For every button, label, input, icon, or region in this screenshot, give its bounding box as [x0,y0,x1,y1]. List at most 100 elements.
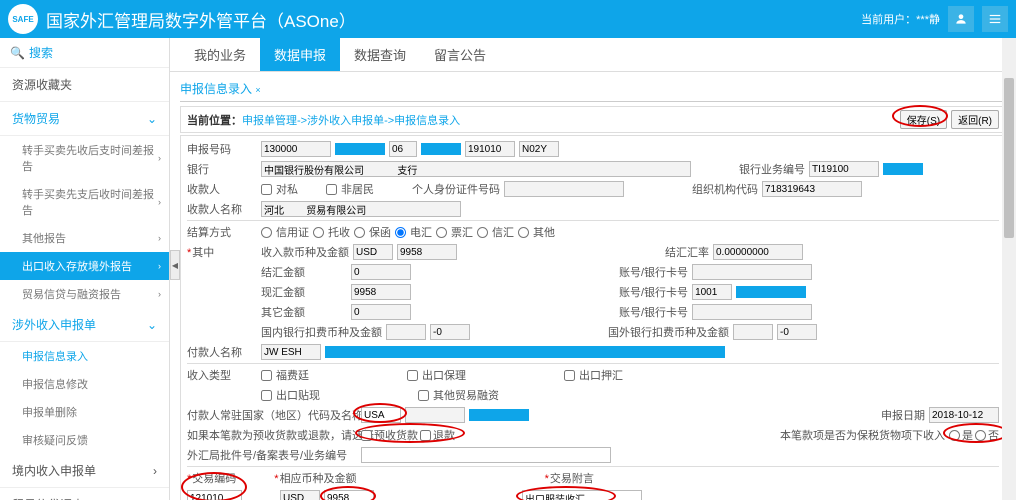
report-no-1[interactable] [261,141,331,157]
report-no-3[interactable] [465,141,515,157]
save-button[interactable]: 保存(S) [900,110,947,129]
chevron-down-icon: ⌄ [147,112,157,126]
settle-collect[interactable] [313,227,324,238]
corr-ccy-label: 相应币种及金额 [274,470,356,486]
payer-name-field[interactable] [261,344,321,360]
org-code-field[interactable] [762,181,862,197]
acct2-label: 账号/银行卡号 [619,284,688,300]
it-bill[interactable] [564,370,575,381]
batch-label: 外汇局批件号/备案表号/业务编号 [187,447,357,463]
search-label: 搜索 [29,44,53,61]
bank-biz-field[interactable] [809,161,879,177]
payer-country-label: 付款人常驻国家（地区）代码及名称 [187,407,357,423]
ccy-field[interactable] [353,244,393,260]
rate-label: 结汇汇率 [665,244,709,260]
cash-amt-field[interactable] [351,284,411,300]
current-user: 当前用户：***静 [861,11,940,27]
sidebar-item-modify[interactable]: 申报信息修改 [0,370,169,398]
sidebar-group-tradecredit[interactable]: 贸易信贷调查› [0,488,169,500]
menu-icon[interactable] [982,6,1008,32]
amount-field[interactable] [397,244,457,260]
it-factoring[interactable] [407,370,418,381]
vertical-scrollbar[interactable] [1002,38,1016,500]
domfee-ccy[interactable] [386,324,426,340]
sidebar-item-export-income[interactable]: 出口收入存放境外报告› [0,252,169,280]
report-date-label: 申报日期 [881,407,925,423]
payee-private-chk[interactable] [261,184,272,195]
sidebar-item-delete[interactable]: 申报单删除 [0,398,169,426]
other-amt-field[interactable] [351,304,411,320]
settle-amt-label: 结汇金额 [261,264,305,280]
settle-amt-field[interactable] [351,264,411,280]
forfee-ccy[interactable] [733,324,773,340]
refund-chk[interactable] [420,430,431,441]
settle-mt[interactable] [477,227,488,238]
sidebar-group-favorites[interactable]: 资源收藏夹 [0,68,169,102]
payer-country-code[interactable] [361,407,401,423]
tx-append-field[interactable] [522,490,642,500]
corr-amt-field[interactable] [324,490,374,500]
bank-biz-label: 银行业务编号 [739,161,805,177]
payee-name-label: 收款人名称 [187,201,257,217]
acct2-field[interactable] [692,284,732,300]
payee-name-field[interactable] [261,201,461,217]
sidebar-item-entry[interactable]: 申报信息录入 [0,342,169,370]
payer-country-name[interactable] [405,407,465,423]
sidebar-item-report2[interactable]: 转手买卖先支后收时间差报告› [0,180,169,224]
search-box[interactable]: 🔍 搜索 [0,38,169,68]
corr-ccy-field[interactable] [280,490,320,500]
form-area: 申报号码 银行 银行业务编号 收款人 对私 [180,135,1006,500]
it-discount[interactable] [261,390,272,401]
sidebar-group-income[interactable]: 涉外收入申报单⌄ [0,308,169,342]
bank-label: 银行 [187,161,257,177]
batch-field[interactable] [361,447,611,463]
sidebar-item-feedback[interactable]: 审核疑问反馈 [0,426,169,454]
report-no-label: 申报号码 [187,141,257,157]
bonded-yes[interactable] [949,430,960,441]
it-other[interactable] [418,390,429,401]
id-field[interactable] [504,181,624,197]
section-title: 申报信息录入 × [180,76,1006,102]
settle-dd[interactable] [436,227,447,238]
tabs: 我的业务 数据申报 数据查询 留言公告 [170,38,1016,72]
report-date-field[interactable] [929,407,999,423]
rate-field[interactable] [713,244,803,260]
settle-lc[interactable] [261,227,272,238]
sidebar-group-goods[interactable]: 货物贸易⌄ [0,102,169,136]
sidebar-group-domestic[interactable]: 境内收入申报单› [0,454,169,488]
tx-code-field[interactable] [187,490,242,500]
acct3-field[interactable] [692,304,812,320]
app-title: 国家外汇管理局数字外管平台（ASOne） [46,7,356,32]
sidebar: 🔍 搜索 资源收藏夹 货物贸易⌄ 转手买卖先收后支时间差报告› 转手买卖先支后收… [0,38,170,500]
bonded-no[interactable] [975,430,986,441]
sidebar-item-report5[interactable]: 贸易信贷与融资报告› [0,280,169,308]
chevron-down-icon: ⌄ [147,318,157,332]
domfee-label: 国内银行扣费币种及金额 [261,324,382,340]
payee-nonres-chk[interactable] [326,184,337,195]
settle-tt[interactable] [395,227,406,238]
it-forfait[interactable] [261,370,272,381]
tab-data-query[interactable]: 数据查询 [340,38,420,71]
report-no-4[interactable] [519,141,559,157]
return-button[interactable]: 返回(R) [951,110,999,129]
prepay-chk[interactable] [361,430,372,441]
report-no-2[interactable] [389,141,417,157]
user-icon[interactable] [948,6,974,32]
income-type-label: 收入类型 [187,367,257,383]
settle-other[interactable] [518,227,529,238]
sidebar-item-report1[interactable]: 转手买卖先收后支时间差报告› [0,136,169,180]
sidebar-item-report3[interactable]: 其他报告› [0,224,169,252]
bank-field[interactable] [261,161,691,177]
sidebar-collapse-handle[interactable]: ◀ [170,250,180,280]
bonded-label: 本笔款项是否为保税货物项下收入 [780,427,945,443]
cash-amt-label: 现汇金额 [261,284,305,300]
forfee-label: 国外银行扣费币种及金额 [608,324,729,340]
tab-my-business[interactable]: 我的业务 [180,38,260,71]
tab-data-report[interactable]: 数据申报 [260,38,340,71]
header-bar: SAFE 国家外汇管理局数字外管平台（ASOne） 当前用户：***静 [0,0,1016,38]
acct1-field[interactable] [692,264,812,280]
domfee-amt[interactable] [430,324,470,340]
forfee-amt[interactable] [777,324,817,340]
tab-messages[interactable]: 留言公告 [420,38,500,71]
settle-guarantee[interactable] [354,227,365,238]
